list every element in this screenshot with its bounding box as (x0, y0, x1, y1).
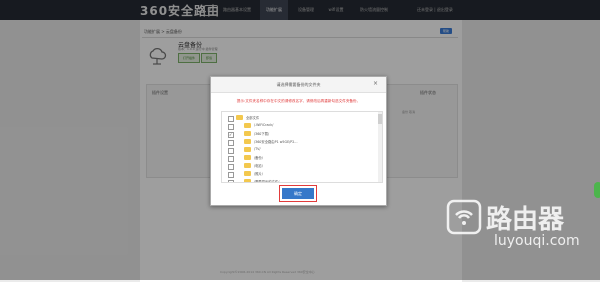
folder-icon (244, 139, 251, 144)
folder-label: /360下载/ (254, 132, 270, 136)
confirm-button-highlight: 确定 (279, 185, 317, 202)
folder-row[interactable]: /照片/ (222, 170, 382, 178)
folder-icon (244, 147, 251, 152)
watermark: 路由器 luyouqi.com (446, 197, 596, 259)
folder-label: 全部文件 (246, 116, 260, 120)
folder-icon (244, 171, 251, 176)
router-logo-icon (446, 199, 482, 235)
folder-select-dialog: 请选择需要备份的文件夹 × 提示:文件夹名称中存在中文的请修改名字，请修改后再重… (210, 76, 387, 206)
folder-row[interactable]: 全部文件 (222, 114, 382, 122)
folder-icon (244, 155, 251, 160)
side-toggle[interactable] (594, 182, 600, 198)
dialog-title: 请选择需要备份的文件夹 (276, 82, 321, 87)
folder-row[interactable]: /电影/ (222, 162, 382, 170)
folder-icon (244, 179, 251, 182)
folder-tree: 全部文件 /.WiFiCrack/ ✓/360下载/ /360安全路由P1 w5GE/… (221, 111, 383, 183)
folder-label: /需要同步的文件/ (254, 180, 280, 183)
folder-checkbox[interactable] (228, 180, 234, 182)
folder-row[interactable]: /360安全路由P1 w5GE/P2... (222, 138, 382, 146)
confirm-button[interactable]: 确定 (282, 188, 314, 199)
warning-message: 提示:文件夹名称中存在中文的请修改名字，请修改后再重新勾选文件夹备份。 (236, 99, 361, 103)
folder-row[interactable]: ✓/360下载/ (222, 130, 382, 138)
folder-icon (244, 131, 251, 136)
folder-row[interactable]: /TV/ (222, 146, 382, 154)
folder-icon (244, 123, 251, 128)
folder-label: /360安全路由P1 w5GE/P2... (254, 140, 298, 144)
folder-icon (244, 163, 251, 168)
folder-row[interactable]: /备份/ (222, 154, 382, 162)
scrollbar-thumb[interactable] (378, 114, 382, 124)
folder-label: /备份/ (254, 156, 263, 160)
watermark-text: 路由器 (486, 205, 565, 235)
folder-row[interactable]: /需要同步的文件/ (222, 178, 382, 183)
folder-icon (236, 115, 243, 120)
watermark-url: luyouqi.com (494, 233, 580, 249)
folder-label: /TV/ (254, 147, 261, 151)
folder-label: /照片/ (254, 172, 263, 176)
close-icon[interactable]: × (373, 80, 378, 87)
folder-label: /.WiFiCrack/ (254, 123, 274, 127)
folder-label: /电影/ (254, 164, 263, 168)
folder-row[interactable]: /.WiFiCrack/ (222, 122, 382, 130)
